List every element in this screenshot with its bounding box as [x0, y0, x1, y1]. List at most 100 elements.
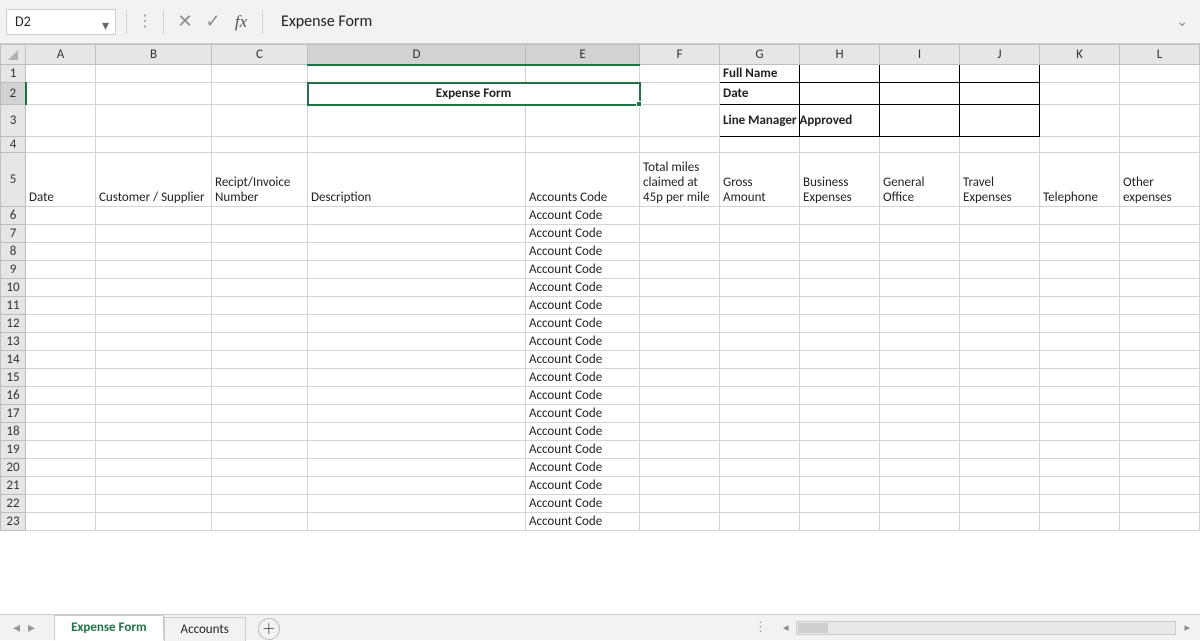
cell[interactable] — [96, 225, 212, 243]
cell[interactable] — [26, 105, 96, 137]
cell[interactable] — [308, 351, 526, 369]
cell[interactable] — [308, 477, 526, 495]
cell[interactable] — [26, 261, 96, 279]
account-code-cell[interactable]: Account Code — [526, 297, 640, 315]
cell[interactable] — [640, 477, 720, 495]
cell[interactable] — [1120, 369, 1200, 387]
row-11[interactable]: 11 — [1, 297, 26, 315]
cell[interactable] — [960, 279, 1040, 297]
cell[interactable] — [720, 405, 800, 423]
cell[interactable] — [720, 459, 800, 477]
cell[interactable] — [308, 369, 526, 387]
account-code-cell[interactable]: Account Code — [526, 279, 640, 297]
info-label-fullname[interactable]: Full Name — [720, 65, 800, 83]
cell[interactable] — [800, 279, 880, 297]
cell[interactable] — [212, 513, 308, 531]
col-F[interactable]: F — [640, 45, 720, 65]
cell[interactable] — [96, 333, 212, 351]
hdr-accounts-code[interactable]: Accounts Code — [526, 153, 640, 207]
cell[interactable] — [96, 105, 212, 137]
account-code-cell[interactable]: Account Code — [526, 513, 640, 531]
cell[interactable] — [640, 225, 720, 243]
info-value[interactable] — [960, 105, 1040, 137]
cell[interactable] — [26, 369, 96, 387]
account-code-cell[interactable]: Account Code — [526, 495, 640, 513]
confirm-button[interactable]: ✓ — [202, 11, 224, 33]
cell[interactable] — [1040, 405, 1120, 423]
row-20[interactable]: 20 — [1, 459, 26, 477]
cell[interactable] — [212, 65, 308, 83]
cell[interactable] — [96, 423, 212, 441]
title-cell[interactable]: Expense Form — [308, 83, 640, 105]
cell[interactable] — [1040, 279, 1120, 297]
cell[interactable] — [1040, 459, 1120, 477]
account-code-cell[interactable]: Account Code — [526, 351, 640, 369]
cell[interactable] — [26, 207, 96, 225]
cell[interactable] — [800, 513, 880, 531]
cell[interactable] — [1040, 351, 1120, 369]
cell[interactable] — [880, 423, 960, 441]
cell[interactable] — [308, 315, 526, 333]
cell[interactable] — [1120, 387, 1200, 405]
cell[interactable] — [720, 207, 800, 225]
account-code-cell[interactable]: Account Code — [526, 369, 640, 387]
cell[interactable] — [212, 297, 308, 315]
row-3[interactable]: 3 — [1, 105, 26, 137]
info-value[interactable] — [880, 65, 960, 83]
info-label-date[interactable]: Date — [720, 83, 800, 105]
cell[interactable] — [212, 459, 308, 477]
cell[interactable] — [26, 351, 96, 369]
cell[interactable] — [26, 243, 96, 261]
cell[interactable] — [880, 207, 960, 225]
cell[interactable] — [212, 333, 308, 351]
cell[interactable] — [960, 477, 1040, 495]
cell[interactable] — [1040, 83, 1120, 105]
cell[interactable] — [960, 387, 1040, 405]
cell[interactable] — [880, 297, 960, 315]
col-A[interactable]: A — [26, 45, 96, 65]
cell[interactable] — [308, 513, 526, 531]
cell[interactable] — [1040, 297, 1120, 315]
cell[interactable] — [800, 261, 880, 279]
cell[interactable] — [800, 207, 880, 225]
cell[interactable] — [212, 315, 308, 333]
cell[interactable] — [880, 351, 960, 369]
cell[interactable] — [880, 225, 960, 243]
info-value[interactable] — [800, 83, 880, 105]
cell[interactable] — [212, 423, 308, 441]
cell[interactable] — [640, 513, 720, 531]
cell[interactable] — [26, 65, 96, 83]
cell[interactable] — [212, 387, 308, 405]
cell[interactable] — [1040, 65, 1120, 83]
account-code-cell[interactable]: Account Code — [526, 441, 640, 459]
cell[interactable] — [640, 279, 720, 297]
cell[interactable] — [212, 477, 308, 495]
dots-icon[interactable]: ⋮ — [746, 620, 775, 635]
cell[interactable] — [960, 297, 1040, 315]
row-16[interactable]: 16 — [1, 387, 26, 405]
scroll-right-icon[interactable]: ▸ — [1180, 621, 1194, 634]
cell[interactable] — [1040, 441, 1120, 459]
expand-formula-icon[interactable]: ⌄ — [1170, 13, 1194, 30]
cell[interactable] — [26, 387, 96, 405]
cell[interactable] — [96, 495, 212, 513]
row-8[interactable]: 8 — [1, 243, 26, 261]
chevron-down-icon[interactable]: ▾ — [102, 17, 109, 34]
col-E[interactable]: E — [526, 45, 640, 65]
cell[interactable] — [960, 207, 1040, 225]
cell[interactable] — [960, 351, 1040, 369]
cell[interactable] — [26, 405, 96, 423]
cell[interactable] — [1040, 261, 1120, 279]
cell[interactable] — [96, 387, 212, 405]
info-value[interactable] — [880, 83, 960, 105]
row-14[interactable]: 14 — [1, 351, 26, 369]
account-code-cell[interactable]: Account Code — [526, 387, 640, 405]
formula-input[interactable] — [273, 9, 1164, 35]
cell[interactable] — [26, 495, 96, 513]
col-B[interactable]: B — [96, 45, 212, 65]
cell[interactable] — [640, 423, 720, 441]
cell[interactable] — [880, 261, 960, 279]
cell[interactable] — [640, 65, 720, 83]
cell[interactable] — [212, 351, 308, 369]
cell[interactable] — [1120, 423, 1200, 441]
